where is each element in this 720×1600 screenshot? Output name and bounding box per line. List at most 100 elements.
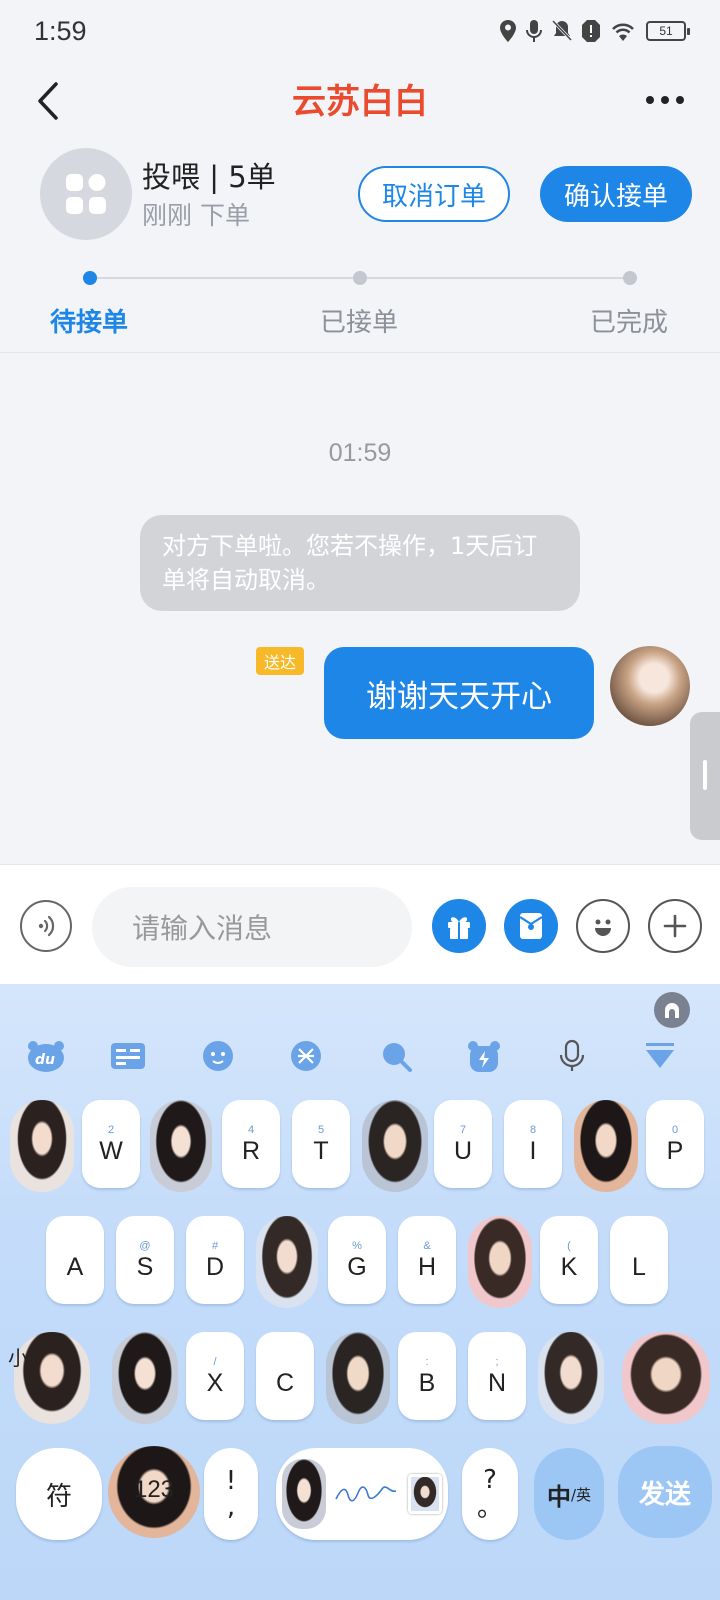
voice-wave-icon	[38, 915, 55, 937]
microphone-icon[interactable]	[552, 1036, 592, 1076]
sticker-key[interactable]	[150, 1100, 212, 1192]
key-label: A	[66, 1252, 84, 1281]
question-key[interactable]: ? 。	[462, 1448, 518, 1540]
key-sub: 0	[671, 1123, 679, 1136]
du-logo-icon[interactable]: du	[26, 1036, 66, 1076]
key-u[interactable]: 7U	[434, 1100, 492, 1188]
lang-small-label: /英	[570, 1485, 592, 1504]
symbols-key[interactable]: 符	[16, 1448, 102, 1540]
key-w[interactable]: 2W	[82, 1100, 140, 1188]
send-key[interactable]: 发送	[618, 1446, 712, 1538]
keyboard-skin-button[interactable]	[654, 992, 690, 1028]
key-k[interactable]: (K	[540, 1216, 598, 1304]
step-dot-completed	[623, 271, 637, 285]
punctuation-key[interactable]: ! ,	[204, 1448, 258, 1540]
gift-icon	[448, 917, 470, 939]
sticker-key[interactable]	[10, 1100, 74, 1192]
more-options-button[interactable]	[648, 899, 702, 953]
key-label: C	[275, 1368, 295, 1397]
key-label: P	[666, 1136, 684, 1165]
voice-input-button[interactable]	[20, 900, 72, 952]
sticker-key[interactable]	[574, 1100, 638, 1192]
key-x[interactable]: / X	[186, 1332, 244, 1420]
key-s[interactable]: @ S	[116, 1216, 174, 1304]
gift-button[interactable]	[432, 899, 486, 953]
key-label: B	[418, 1368, 436, 1397]
sticker-key[interactable]	[256, 1216, 318, 1308]
search-icon[interactable]	[376, 1036, 416, 1076]
order-panel: 投喂 | 5单 刚刚 下单 取消订单 确认接单 待接单 已接单 已完成	[0, 140, 720, 352]
order-subtitle: 刚刚 下单	[142, 201, 250, 230]
more-dot	[661, 96, 669, 104]
step-dot-accepted	[353, 271, 367, 285]
sticker-key[interactable]	[326, 1332, 390, 1424]
delivered-badge: 送达	[256, 647, 305, 675]
left-edge-label: 小	[8, 1346, 28, 1370]
key-r[interactable]: 4R	[222, 1100, 280, 1188]
header: 云苏白白	[0, 66, 720, 140]
status-bar: 1:59 51	[0, 0, 720, 66]
battery-icon: 51	[646, 21, 690, 41]
keyboard-layout-icon[interactable]	[108, 1036, 148, 1076]
key-label: T	[313, 1136, 329, 1165]
key-t[interactable]: 5T	[292, 1100, 350, 1188]
key-a[interactable]: A	[46, 1216, 104, 1304]
more-button[interactable]	[640, 80, 690, 120]
key-label: K	[560, 1252, 578, 1281]
sticker-key[interactable]	[112, 1332, 178, 1424]
red-packet-button[interactable]	[504, 899, 558, 953]
key-label: L	[632, 1252, 646, 1281]
sticker-key[interactable]	[362, 1100, 428, 1192]
key-l[interactable]: L	[610, 1216, 668, 1304]
emoji-button[interactable]	[576, 899, 630, 953]
key-g[interactable]: % G	[328, 1216, 386, 1304]
key-sub: @	[139, 1239, 151, 1252]
key-label: G	[347, 1252, 367, 1281]
my-message-bubble[interactable]: 谢谢天天开心	[324, 647, 594, 739]
red-packet-icon	[519, 913, 543, 939]
sticker-key[interactable]	[538, 1332, 604, 1424]
confirm-order-button[interactable]: 确认接单	[540, 166, 692, 222]
send-label: 发送	[638, 1479, 691, 1510]
emoji-face-icon[interactable]	[198, 1036, 238, 1076]
keyboard: du 2W 4R 5T 7U 8I 0P A @ S # D % G & H (…	[0, 984, 720, 1600]
key-n[interactable]: ; N	[468, 1332, 526, 1420]
key-d[interactable]: # D	[186, 1216, 244, 1304]
alert-icon	[582, 20, 600, 42]
key-h[interactable]: & H	[398, 1216, 456, 1304]
key-label: W	[99, 1136, 123, 1165]
key-p[interactable]: 0P	[646, 1100, 704, 1188]
key-label: N	[487, 1368, 507, 1397]
step-dot-pending	[83, 271, 97, 285]
space-key[interactable]	[276, 1448, 448, 1540]
collapse-keyboard-icon[interactable]	[640, 1036, 680, 1076]
delete-sticker-key[interactable]	[622, 1332, 710, 1424]
chat-area[interactable]: 01:59 对方下单啦。您若不操作，1天后订单将自动取消。 送达 谢谢天天开心	[0, 353, 720, 863]
lang-label: 中	[546, 1482, 571, 1511]
cancel-order-button[interactable]: 取消订单	[358, 166, 510, 222]
bear-skin-icon[interactable]	[464, 1036, 504, 1076]
key-sub: &	[423, 1239, 431, 1252]
key-sub: 7	[459, 1123, 467, 1136]
key-b[interactable]: :B	[398, 1332, 456, 1420]
language-switch-key[interactable]: 中/英	[534, 1448, 604, 1540]
arch-icon	[665, 1003, 679, 1018]
side-drawer-handle[interactable]	[690, 712, 720, 840]
step-label-completed: 已完成	[590, 308, 669, 338]
status-icons: 51	[500, 20, 690, 42]
grid-apps-icon	[66, 174, 106, 214]
my-avatar[interactable]	[610, 646, 690, 726]
numbers-key[interactable]: 123	[108, 1446, 200, 1538]
qmark-bottom: 。	[476, 1493, 503, 1523]
key-i[interactable]: 8I	[504, 1100, 562, 1188]
message-input[interactable]: 请输入消息	[92, 887, 412, 967]
key-sub: 2	[107, 1123, 115, 1136]
svg-text:du: du	[35, 1052, 55, 1068]
translate-icon[interactable]	[286, 1036, 326, 1076]
sticker-key[interactable]	[468, 1216, 532, 1308]
plus-icon	[663, 914, 687, 938]
status-time: 1:59	[34, 16, 87, 46]
key-c[interactable]: C	[256, 1332, 314, 1420]
key-sub: :	[425, 1355, 429, 1368]
punct-bottom: ,	[226, 1492, 236, 1522]
